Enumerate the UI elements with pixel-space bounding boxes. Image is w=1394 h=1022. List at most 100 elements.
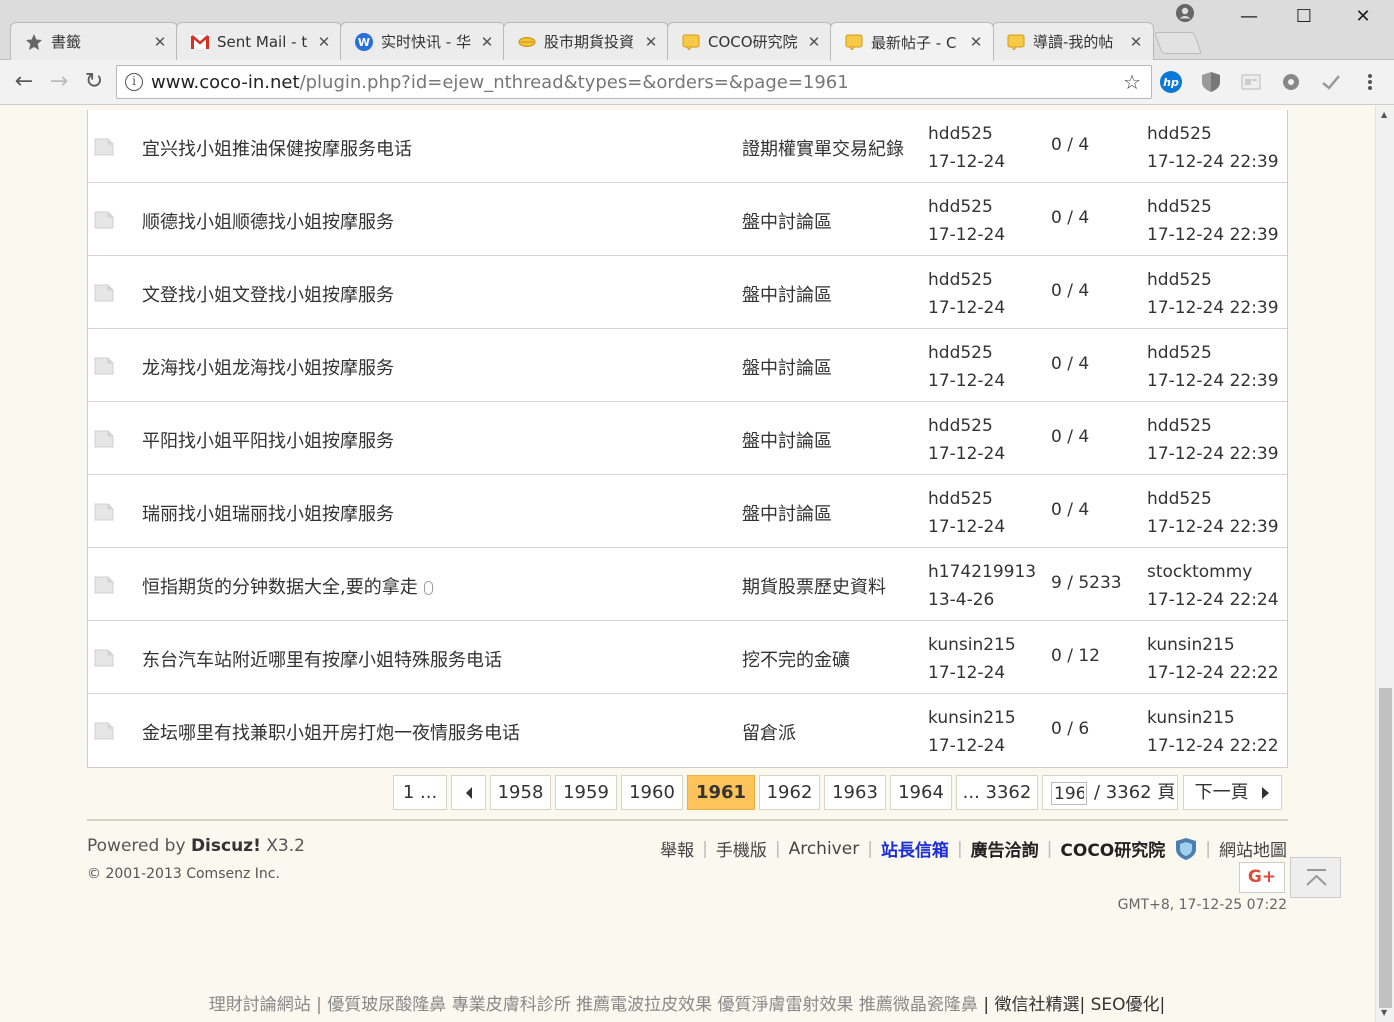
footer-link[interactable]: Archiver: [789, 839, 860, 859]
browser-tab[interactable]: W 实时快讯 - 华 ✕: [340, 22, 505, 60]
footer-link[interactable]: 網站地圖: [1219, 836, 1287, 861]
page-first-link[interactable]: 1 ...: [393, 775, 447, 810]
check-extension-icon[interactable]: [1320, 71, 1342, 93]
thread-forum-link[interactable]: 盤中討論區: [742, 500, 832, 526]
scroll-up-icon[interactable]: ▲: [1381, 110, 1387, 119]
site-info-icon[interactable]: i: [125, 73, 143, 91]
thread-forum-link[interactable]: 證期權實單交易紀錄: [742, 135, 904, 161]
browser-tab[interactable]: COCO研究院 ✕: [667, 22, 832, 60]
tab-close-icon[interactable]: ✕: [1129, 33, 1143, 51]
thread-author-link[interactable]: kunsin215: [928, 704, 1016, 732]
thread-author-link[interactable]: hdd525: [928, 412, 1005, 440]
user-profile-icon[interactable]: [1176, 4, 1194, 22]
tab-close-icon[interactable]: ✕: [153, 33, 167, 51]
browser-tab[interactable]: 書籤 ✕: [10, 22, 178, 60]
maximize-button[interactable]: ☐: [1281, 6, 1327, 27]
gear-extension-icon[interactable]: [1280, 71, 1302, 93]
thread-title-link[interactable]: 宜兴找小姐推油保健按摩服务电话: [142, 135, 412, 161]
last-post-user-link[interactable]: hdd525: [1147, 193, 1279, 221]
new-tab-button[interactable]: [1153, 32, 1203, 54]
reload-icon[interactable]: ↻: [80, 68, 108, 96]
image-extension-icon[interactable]: [1240, 71, 1262, 93]
page-link[interactable]: 1959: [555, 775, 617, 810]
browser-tab[interactable]: 導讀-我的帖 ✕: [992, 22, 1154, 60]
security-shield-icon[interactable]: [1175, 837, 1197, 861]
scroll-down-icon[interactable]: ▼: [1381, 1008, 1387, 1017]
discuz-link[interactable]: Discuz!: [191, 836, 261, 856]
thread-author-link[interactable]: hdd525: [928, 193, 1005, 221]
last-post-time-link[interactable]: 17-12-24 22:39: [1147, 148, 1279, 176]
thread-title-link[interactable]: 东台汽车站附近哪里有按摩小姐特殊服务电话: [142, 646, 502, 672]
close-window-button[interactable]: ✕: [1340, 6, 1386, 27]
tab-close-icon[interactable]: ✕: [480, 33, 494, 51]
page-link[interactable]: 1960: [621, 775, 683, 810]
tab-close-icon[interactable]: ✕: [317, 33, 331, 51]
forward-icon[interactable]: →: [45, 68, 73, 96]
footer-link[interactable]: 廣告洽詢: [971, 836, 1039, 861]
back-to-top-button[interactable]: [1290, 857, 1341, 898]
last-post-user-link[interactable]: stocktommy: [1147, 558, 1279, 586]
page-link[interactable]: 1964: [890, 775, 952, 810]
bookmark-star-icon[interactable]: ☆: [1123, 70, 1141, 94]
menu-icon[interactable]: [1362, 71, 1378, 93]
tab-close-icon[interactable]: ✕: [969, 33, 983, 51]
thread-author-link[interactable]: hdd525: [928, 266, 1005, 294]
thread-forum-link[interactable]: 盤中討論區: [742, 208, 832, 234]
thread-title-link[interactable]: 文登找小姐文登找小姐按摩服务: [142, 281, 394, 307]
address-bar[interactable]: i www.coco-in.net/plugin.php?id=ejew_nth…: [116, 65, 1152, 99]
page-current[interactable]: 1961: [687, 775, 755, 810]
tab-close-icon[interactable]: ✕: [644, 33, 658, 51]
page-link[interactable]: 1962: [759, 775, 820, 810]
last-post-time-link[interactable]: 17-12-24 22:22: [1147, 659, 1279, 687]
thread-forum-link[interactable]: 盤中討論區: [742, 281, 832, 307]
page-link[interactable]: 1958: [490, 775, 551, 810]
google-plus-button[interactable]: G+: [1239, 862, 1285, 893]
thread-title-link[interactable]: 金坛哪里有找兼职小姐开房打炮一夜情服务电话: [142, 719, 520, 745]
thread-author-link[interactable]: hdd525: [928, 339, 1005, 367]
browser-tab[interactable]: Sent Mail - t ✕: [176, 22, 342, 60]
thread-forum-link[interactable]: 挖不完的金礦: [742, 646, 850, 672]
last-post-time-link[interactable]: 17-12-24 22:39: [1147, 440, 1279, 468]
thread-title-link[interactable]: 顺德找小姐顺德找小姐按摩服务: [142, 208, 394, 234]
tab-close-icon[interactable]: ✕: [807, 33, 821, 51]
footer-link[interactable]: COCO研究院: [1060, 836, 1165, 861]
last-post-user-link[interactable]: hdd525: [1147, 339, 1279, 367]
last-post-time-link[interactable]: 17-12-24 22:39: [1147, 221, 1279, 249]
last-post-user-link[interactable]: kunsin215: [1147, 631, 1279, 659]
browser-tab[interactable]: 最新帖子 - C ✕: [830, 22, 994, 61]
thread-author-link[interactable]: hdd525: [928, 485, 1005, 513]
bottom-links-seo[interactable]: | 徵信社精選| SEO優化|: [978, 995, 1165, 1015]
page-jump-input[interactable]: [1051, 782, 1087, 805]
page-last-link[interactable]: ... 3362: [956, 775, 1038, 810]
last-post-time-link[interactable]: 17-12-24 22:39: [1147, 367, 1279, 395]
last-post-time-link[interactable]: 17-12-24 22:24: [1147, 586, 1279, 614]
last-post-time-link[interactable]: 17-12-24 22:39: [1147, 294, 1279, 322]
last-post-user-link[interactable]: hdd525: [1147, 120, 1279, 148]
minimize-button[interactable]: —: [1226, 6, 1272, 27]
bottom-links-ads[interactable]: 理財討論網站 | 優質玻尿酸隆鼻 專業皮膚科診所 推薦電波拉皮效果 優質淨膚雷射…: [209, 995, 978, 1015]
footer-link[interactable]: 舉報: [660, 836, 694, 861]
url-text[interactable]: www.coco-in.net/plugin.php?id=ejew_nthre…: [151, 72, 849, 93]
last-post-time-link[interactable]: 17-12-24 22:39: [1147, 513, 1279, 541]
page-link[interactable]: 1963: [824, 775, 886, 810]
last-post-user-link[interactable]: hdd525: [1147, 485, 1279, 513]
last-post-user-link[interactable]: hdd525: [1147, 412, 1279, 440]
page-scrollbar[interactable]: ▲ ▼: [1375, 106, 1394, 1022]
thread-title-link[interactable]: 龙海找小姐龙海找小姐按摩服务: [142, 354, 394, 380]
thread-title-link[interactable]: 恒指期货的分钟数据大全,要的拿走: [142, 573, 433, 599]
thread-author-link[interactable]: h174219913: [928, 558, 1036, 586]
thread-author-link[interactable]: kunsin215: [928, 631, 1016, 659]
back-icon[interactable]: ←: [10, 68, 38, 96]
thread-title-link[interactable]: 瑞丽找小姐瑞丽找小姐按摩服务: [142, 500, 394, 526]
thread-forum-link[interactable]: 盤中討論區: [742, 427, 832, 453]
thread-title-link[interactable]: 平阳找小姐平阳找小姐按摩服务: [142, 427, 394, 453]
last-post-user-link[interactable]: kunsin215: [1147, 704, 1279, 732]
prev-arrow-icon[interactable]: [451, 775, 486, 810]
scrollbar-thumb[interactable]: [1379, 688, 1392, 1008]
hp-icon[interactable]: hp: [1160, 71, 1182, 93]
thread-forum-link[interactable]: 期貨股票歷史資料: [742, 573, 886, 599]
next-page-button[interactable]: 下一頁: [1183, 775, 1282, 810]
last-post-user-link[interactable]: hdd525: [1147, 266, 1279, 294]
thread-author-link[interactable]: hdd525: [928, 120, 1005, 148]
last-post-time-link[interactable]: 17-12-24 22:22: [1147, 732, 1279, 760]
